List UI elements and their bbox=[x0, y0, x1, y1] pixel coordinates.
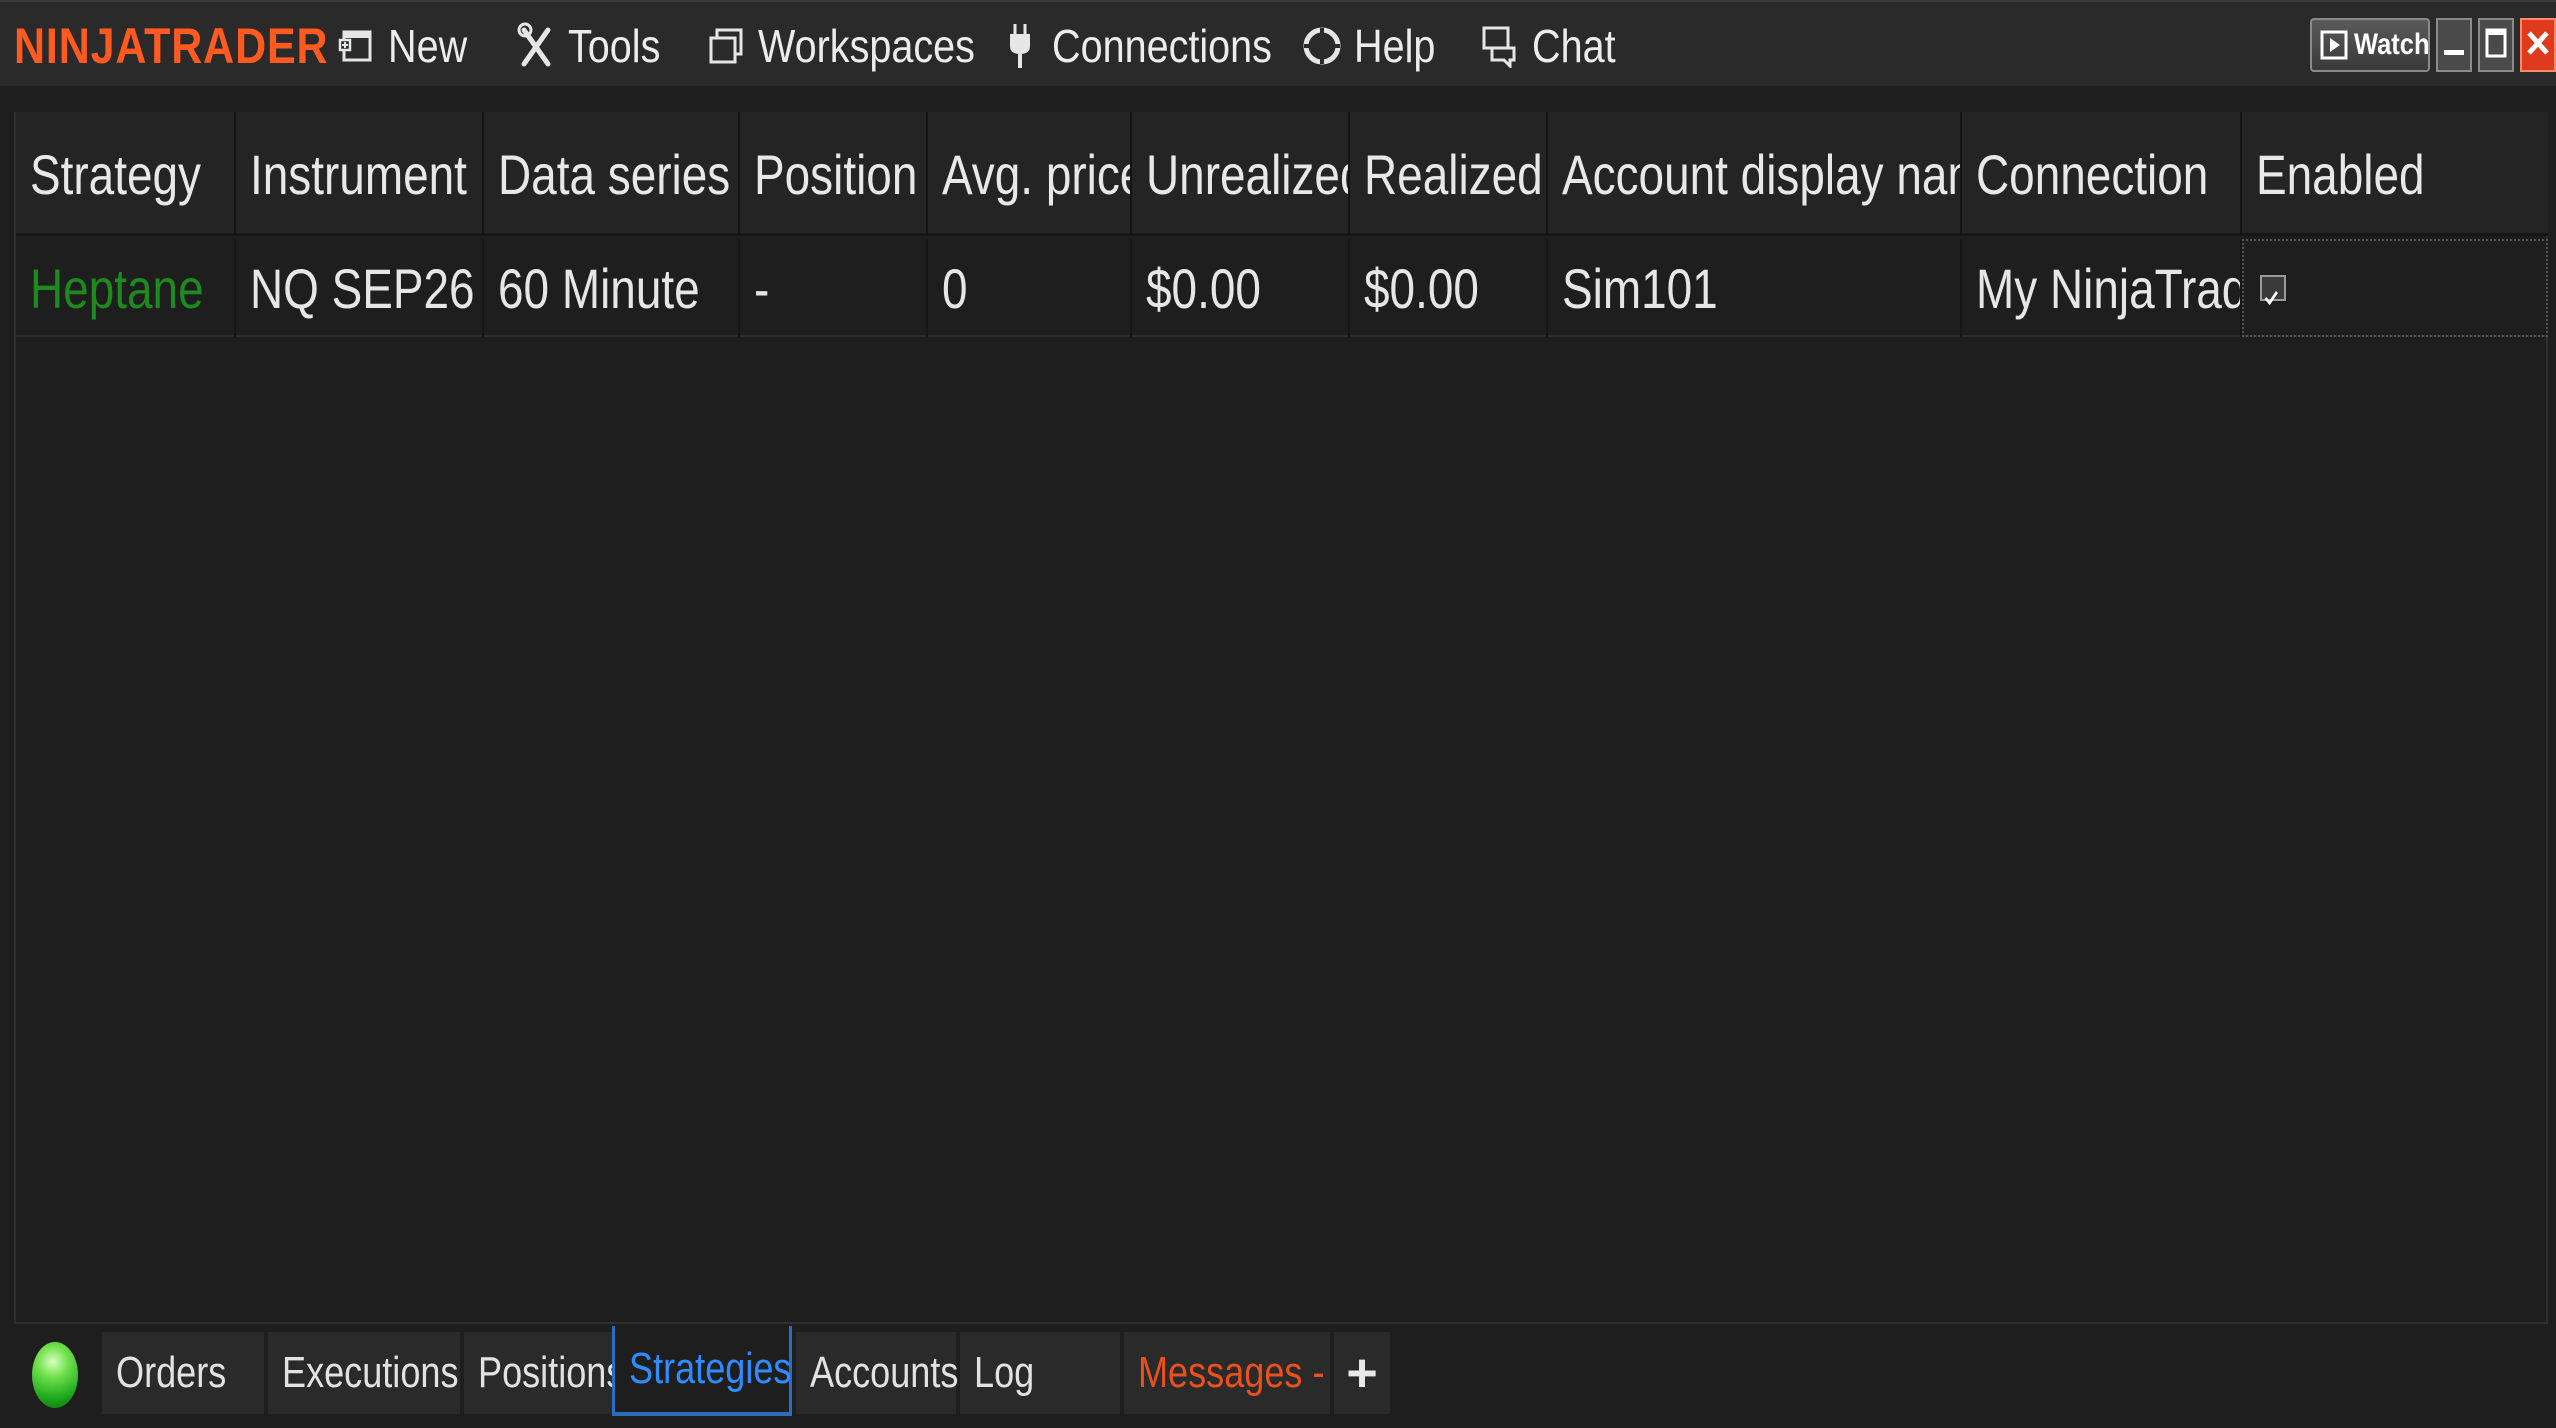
tab-label: Positions bbox=[478, 1348, 625, 1397]
maximize-icon bbox=[2484, 26, 2508, 65]
tab-label: Messages - 9 bbox=[1138, 1348, 1355, 1397]
column-header-label: Unrealized bbox=[1146, 142, 1350, 206]
column-header-label: Account display name bbox=[1562, 142, 1960, 206]
column-header-unrealized[interactable]: Unrealized bbox=[1132, 112, 1350, 236]
column-header-account-display-name[interactable]: Account display name bbox=[1548, 112, 1962, 236]
grid-header-row: Strategy Instrument Data series Position… bbox=[16, 112, 2548, 236]
column-header-data-series[interactable]: Data series bbox=[484, 112, 740, 236]
cell-unrealized[interactable]: $0.00 bbox=[1132, 239, 1350, 337]
tab-label: Log bbox=[974, 1348, 1035, 1397]
play-icon bbox=[2320, 29, 2348, 61]
tab-positions[interactable]: Positions bbox=[464, 1332, 624, 1414]
connection-status-indicator bbox=[32, 1342, 78, 1408]
column-header-instrument[interactable]: Instrument bbox=[236, 112, 484, 236]
cell-avg-price[interactable]: 0 bbox=[928, 239, 1132, 337]
tab-orders[interactable]: Orders bbox=[102, 1332, 264, 1414]
connection-value: My NinjaTrade bbox=[1976, 256, 2240, 320]
enabled-checkbox[interactable] bbox=[2260, 275, 2286, 305]
menu-chat-label: Chat bbox=[1532, 20, 1616, 72]
watch-button[interactable]: Watch bbox=[2310, 18, 2430, 72]
cell-account-display-name[interactable]: Sim101 bbox=[1548, 239, 1962, 337]
tab-accounts[interactable]: Accounts bbox=[796, 1332, 959, 1414]
cell-position[interactable]: - bbox=[740, 239, 928, 337]
cell-realized[interactable]: $0.00 bbox=[1350, 239, 1548, 337]
table-row[interactable]: Heptane NQ SEP26 60 Minute - 0 $0.00 $0.… bbox=[16, 239, 2548, 337]
position-value: - bbox=[754, 256, 770, 320]
tab-label: Strategies bbox=[629, 1344, 792, 1393]
menu-connections[interactable]: Connections bbox=[1000, 16, 1308, 76]
tab-executions[interactable]: Executions bbox=[268, 1332, 460, 1414]
unrealized-value: $0.00 bbox=[1146, 256, 1261, 320]
cell-connection[interactable]: My NinjaTrade bbox=[1962, 239, 2242, 337]
checkmark-icon bbox=[2263, 256, 2279, 321]
column-header-label: Instrument bbox=[250, 142, 467, 206]
menu-new-label: New bbox=[388, 20, 468, 72]
tab-label: Orders bbox=[116, 1348, 227, 1397]
watch-label: Watch bbox=[2354, 28, 2430, 61]
cell-strategy[interactable]: Heptane bbox=[16, 239, 236, 337]
tools-icon bbox=[516, 22, 556, 70]
close-button[interactable] bbox=[2520, 18, 2556, 72]
menu-connections-label: Connections bbox=[1052, 20, 1272, 72]
realized-value: $0.00 bbox=[1364, 256, 1479, 320]
column-header-connection[interactable]: Connection bbox=[1962, 112, 2242, 236]
minimize-icon bbox=[2442, 28, 2466, 63]
add-tab-button[interactable]: + bbox=[1334, 1332, 1390, 1414]
tab-log[interactable]: Log bbox=[960, 1332, 1120, 1414]
account-display-name-value: Sim101 bbox=[1562, 256, 1718, 320]
menu-workspaces[interactable]: Workspaces bbox=[706, 16, 1010, 76]
minimize-button[interactable] bbox=[2436, 18, 2472, 72]
cell-enabled[interactable] bbox=[2242, 239, 2548, 337]
chat-icon bbox=[1480, 22, 1520, 70]
instrument-value: NQ SEP26 bbox=[250, 256, 475, 320]
column-header-label: Avg. price bbox=[942, 142, 1132, 206]
tab-strategies[interactable]: Strategies bbox=[612, 1326, 792, 1416]
menu-tools[interactable]: Tools bbox=[516, 16, 675, 76]
plug-icon bbox=[1000, 22, 1040, 70]
bottom-tab-strip: Orders Executions Positions Strategies A… bbox=[14, 1324, 2548, 1420]
menu-help-label: Help bbox=[1354, 20, 1436, 72]
column-header-enabled[interactable]: Enabled bbox=[2242, 112, 2548, 236]
menu-help[interactable]: Help bbox=[1302, 16, 1449, 76]
column-header-realized[interactable]: Realized bbox=[1350, 112, 1548, 236]
strategy-name: Heptane bbox=[30, 256, 204, 320]
control-center-menubar: NINJATRADER New Tools Workspaces Connect… bbox=[0, 0, 2556, 86]
new-window-icon bbox=[336, 22, 376, 70]
data-series-value: 60 Minute bbox=[498, 256, 700, 320]
workspaces-icon bbox=[706, 22, 746, 70]
column-header-label: Position bbox=[754, 142, 918, 206]
column-header-label: Data series bbox=[498, 142, 731, 206]
tab-label: Accounts bbox=[810, 1348, 959, 1397]
column-header-avg-price[interactable]: Avg. price bbox=[928, 112, 1132, 236]
maximize-button[interactable] bbox=[2478, 18, 2514, 72]
strategies-grid: Strategy Instrument Data series Position… bbox=[14, 112, 2548, 1324]
tab-label: Executions bbox=[282, 1348, 459, 1397]
ninjatrader-logo[interactable]: NINJATRADER bbox=[14, 16, 328, 76]
column-header-label: Enabled bbox=[2256, 142, 2425, 206]
column-header-label: Connection bbox=[1976, 142, 2209, 206]
menu-chat[interactable]: Chat bbox=[1480, 16, 1629, 76]
column-header-position[interactable]: Position bbox=[740, 112, 928, 236]
menu-workspaces-label: Workspaces bbox=[758, 20, 975, 72]
help-lifebuoy-icon bbox=[1302, 22, 1342, 70]
plus-icon: + bbox=[1346, 1343, 1378, 1403]
column-header-strategy[interactable]: Strategy bbox=[16, 112, 236, 236]
column-header-label: Realized bbox=[1364, 142, 1543, 206]
menu-new[interactable]: New bbox=[336, 16, 480, 76]
close-icon bbox=[2526, 28, 2550, 63]
menu-tools-label: Tools bbox=[568, 20, 661, 72]
tab-messages[interactable]: Messages - 9 bbox=[1124, 1332, 1355, 1414]
column-header-label: Strategy bbox=[30, 142, 202, 206]
cell-instrument[interactable]: NQ SEP26 bbox=[236, 239, 484, 337]
avg-price-value: 0 bbox=[942, 256, 968, 320]
cell-data-series[interactable]: 60 Minute bbox=[484, 239, 740, 337]
